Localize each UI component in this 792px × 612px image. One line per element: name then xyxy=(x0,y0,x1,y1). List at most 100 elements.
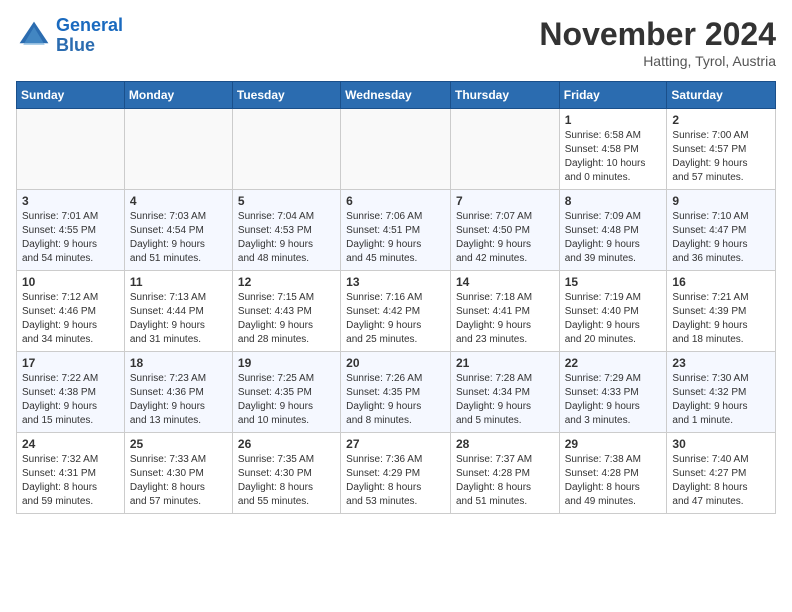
day-number: 30 xyxy=(672,437,770,451)
calendar-cell: 27 Sunrise: 7:36 AMSunset: 4:29 PMDayligh… xyxy=(341,433,451,514)
day-info: Sunrise: 7:18 AMSunset: 4:41 PMDaylight:… xyxy=(456,291,554,347)
day-info: Sunrise: 7:32 AMSunset: 4:31 PMDaylight:… xyxy=(22,453,119,509)
calendar-week-row: 24 Sunrise: 7:32 AMSunset: 4:31 PMDayligh… xyxy=(17,433,776,514)
calendar-cell: 19 Sunrise: 7:25 AMSunset: 4:35 PMDayligh… xyxy=(232,352,340,433)
calendar-header-row: SundayMondayTuesdayWednesdayThursdayFrid… xyxy=(17,82,776,109)
logo: General Blue xyxy=(16,16,123,56)
day-number: 25 xyxy=(130,437,227,451)
calendar-cell: 20 Sunrise: 7:26 AMSunset: 4:35 PMDayligh… xyxy=(341,352,451,433)
calendar-cell: 14 Sunrise: 7:18 AMSunset: 4:41 PMDayligh… xyxy=(450,271,559,352)
day-info: Sunrise: 6:58 AMSunset: 4:58 PMDaylight:… xyxy=(565,129,662,185)
month-title: November 2024 xyxy=(539,16,776,53)
day-info: Sunrise: 7:28 AMSunset: 4:34 PMDaylight:… xyxy=(456,372,554,428)
day-info: Sunrise: 7:33 AMSunset: 4:30 PMDaylight:… xyxy=(130,453,227,509)
calendar-week-row: 3 Sunrise: 7:01 AMSunset: 4:55 PMDaylight… xyxy=(17,190,776,271)
calendar-cell: 10 Sunrise: 7:12 AMSunset: 4:46 PMDayligh… xyxy=(17,271,125,352)
day-info: Sunrise: 7:35 AMSunset: 4:30 PMDaylight:… xyxy=(238,453,335,509)
day-info: Sunrise: 7:04 AMSunset: 4:53 PMDaylight:… xyxy=(238,210,335,266)
day-number: 11 xyxy=(130,275,227,289)
calendar-cell: 2 Sunrise: 7:00 AMSunset: 4:57 PMDaylight… xyxy=(667,109,776,190)
day-number: 4 xyxy=(130,194,227,208)
day-number: 27 xyxy=(346,437,445,451)
day-number: 1 xyxy=(565,113,662,127)
day-number: 16 xyxy=(672,275,770,289)
calendar-cell: 28 Sunrise: 7:37 AMSunset: 4:28 PMDayligh… xyxy=(450,433,559,514)
calendar-cell: 5 Sunrise: 7:04 AMSunset: 4:53 PMDaylight… xyxy=(232,190,340,271)
calendar-cell: 1 Sunrise: 6:58 AMSunset: 4:58 PMDaylight… xyxy=(559,109,667,190)
calendar-week-row: 1 Sunrise: 6:58 AMSunset: 4:58 PMDaylight… xyxy=(17,109,776,190)
day-info: Sunrise: 7:30 AMSunset: 4:32 PMDaylight:… xyxy=(672,372,770,428)
day-info: Sunrise: 7:23 AMSunset: 4:36 PMDaylight:… xyxy=(130,372,227,428)
day-number: 28 xyxy=(456,437,554,451)
calendar-cell: 16 Sunrise: 7:21 AMSunset: 4:39 PMDayligh… xyxy=(667,271,776,352)
day-number: 24 xyxy=(22,437,119,451)
page-header: General Blue November 2024 Hatting, Tyro… xyxy=(16,16,776,69)
calendar-cell: 24 Sunrise: 7:32 AMSunset: 4:31 PMDayligh… xyxy=(17,433,125,514)
calendar-cell: 12Sunrise: 7:15 AMSunset: 4:43 PMDayligh… xyxy=(232,271,340,352)
day-info: Sunrise: 7:00 AMSunset: 4:57 PMDaylight:… xyxy=(672,129,770,185)
calendar-cell: 21 Sunrise: 7:28 AMSunset: 4:34 PMDayligh… xyxy=(450,352,559,433)
logo-text: General Blue xyxy=(56,16,123,56)
day-number: 26 xyxy=(238,437,335,451)
calendar-week-row: 17Sunrise: 7:22 AMSunset: 4:38 PMDayligh… xyxy=(17,352,776,433)
day-info: Sunrise: 7:26 AMSunset: 4:35 PMDaylight:… xyxy=(346,372,445,428)
day-number: 5 xyxy=(238,194,335,208)
day-info: Sunrise: 7:09 AMSunset: 4:48 PMDaylight:… xyxy=(565,210,662,266)
day-number: 9 xyxy=(672,194,770,208)
calendar-cell xyxy=(232,109,340,190)
calendar-cell: 13Sunrise: 7:16 AMSunset: 4:42 PMDayligh… xyxy=(341,271,451,352)
day-number: 29 xyxy=(565,437,662,451)
title-block: November 2024 Hatting, Tyrol, Austria xyxy=(539,16,776,69)
day-number: 7 xyxy=(456,194,554,208)
logo-blue: Blue xyxy=(56,35,95,55)
day-number: 12 xyxy=(238,275,335,289)
day-info: Sunrise: 7:25 AMSunset: 4:35 PMDaylight:… xyxy=(238,372,335,428)
calendar-cell: 6Sunrise: 7:06 AMSunset: 4:51 PMDaylight… xyxy=(341,190,451,271)
day-number: 19 xyxy=(238,356,335,370)
day-info: Sunrise: 7:12 AMSunset: 4:46 PMDaylight:… xyxy=(22,291,119,347)
calendar-cell: 29 Sunrise: 7:38 AMSunset: 4:28 PMDayligh… xyxy=(559,433,667,514)
day-number: 3 xyxy=(22,194,119,208)
day-info: Sunrise: 7:16 AMSunset: 4:42 PMDaylight:… xyxy=(346,291,445,347)
calendar-table: SundayMondayTuesdayWednesdayThursdayFrid… xyxy=(16,81,776,514)
calendar-cell: 26 Sunrise: 7:35 AMSunset: 4:30 PMDayligh… xyxy=(232,433,340,514)
calendar-cell: 25 Sunrise: 7:33 AMSunset: 4:30 PMDayligh… xyxy=(124,433,232,514)
calendar-cell xyxy=(341,109,451,190)
day-header-tuesday: Tuesday xyxy=(232,82,340,109)
calendar-cell: 15Sunrise: 7:19 AMSunset: 4:40 PMDayligh… xyxy=(559,271,667,352)
day-number: 6 xyxy=(346,194,445,208)
day-info: Sunrise: 7:36 AMSunset: 4:29 PMDaylight:… xyxy=(346,453,445,509)
day-number: 10 xyxy=(22,275,119,289)
calendar-cell: 30Sunrise: 7:40 AMSunset: 4:27 PMDayligh… xyxy=(667,433,776,514)
day-info: Sunrise: 7:13 AMSunset: 4:44 PMDaylight:… xyxy=(130,291,227,347)
logo-general: General xyxy=(56,15,123,35)
day-info: Sunrise: 7:21 AMSunset: 4:39 PMDaylight:… xyxy=(672,291,770,347)
day-info: Sunrise: 7:01 AMSunset: 4:55 PMDaylight:… xyxy=(22,210,119,266)
calendar-cell: 9Sunrise: 7:10 AMSunset: 4:47 PMDaylight… xyxy=(667,190,776,271)
calendar-cell: 18Sunrise: 7:23 AMSunset: 4:36 PMDayligh… xyxy=(124,352,232,433)
calendar-cell xyxy=(124,109,232,190)
day-number: 20 xyxy=(346,356,445,370)
logo-icon xyxy=(16,18,52,54)
calendar-cell: 7Sunrise: 7:07 AMSunset: 4:50 PMDaylight… xyxy=(450,190,559,271)
day-info: Sunrise: 7:22 AMSunset: 4:38 PMDaylight:… xyxy=(22,372,119,428)
calendar-cell: 17Sunrise: 7:22 AMSunset: 4:38 PMDayligh… xyxy=(17,352,125,433)
day-info: Sunrise: 7:38 AMSunset: 4:28 PMDaylight:… xyxy=(565,453,662,509)
calendar-cell: 3 Sunrise: 7:01 AMSunset: 4:55 PMDaylight… xyxy=(17,190,125,271)
day-header-wednesday: Wednesday xyxy=(341,82,451,109)
calendar-cell: 8Sunrise: 7:09 AMSunset: 4:48 PMDaylight… xyxy=(559,190,667,271)
day-header-thursday: Thursday xyxy=(450,82,559,109)
day-info: Sunrise: 7:29 AMSunset: 4:33 PMDaylight:… xyxy=(565,372,662,428)
calendar-cell: 11 Sunrise: 7:13 AMSunset: 4:44 PMDayligh… xyxy=(124,271,232,352)
day-info: Sunrise: 7:37 AMSunset: 4:28 PMDaylight:… xyxy=(456,453,554,509)
calendar-cell xyxy=(450,109,559,190)
location: Hatting, Tyrol, Austria xyxy=(539,53,776,69)
day-number: 14 xyxy=(456,275,554,289)
day-number: 2 xyxy=(672,113,770,127)
day-info: Sunrise: 7:19 AMSunset: 4:40 PMDaylight:… xyxy=(565,291,662,347)
day-number: 21 xyxy=(456,356,554,370)
calendar-cell xyxy=(17,109,125,190)
day-header-friday: Friday xyxy=(559,82,667,109)
day-info: Sunrise: 7:03 AMSunset: 4:54 PMDaylight:… xyxy=(130,210,227,266)
calendar-week-row: 10 Sunrise: 7:12 AMSunset: 4:46 PMDayligh… xyxy=(17,271,776,352)
